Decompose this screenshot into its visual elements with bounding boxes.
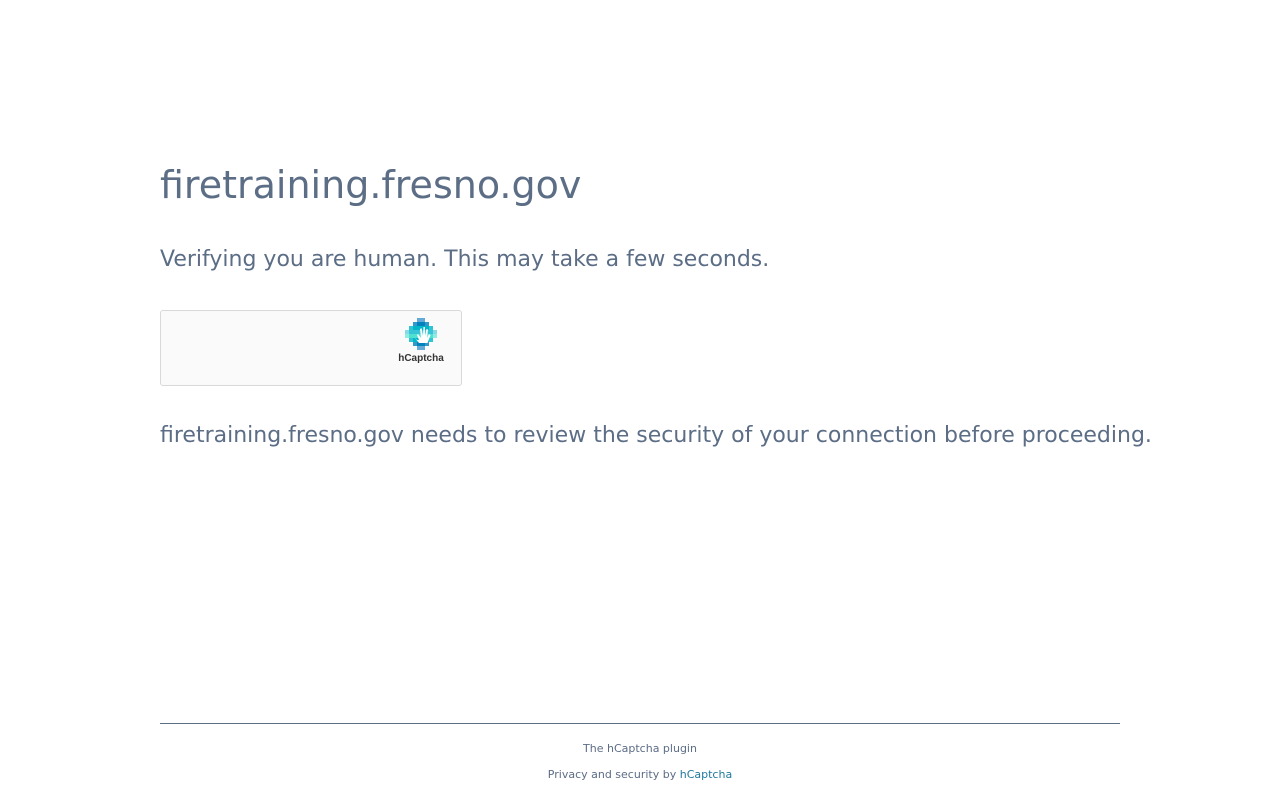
review-message: firetraining.fresno.gov needs to review … <box>160 423 1152 448</box>
privacy-prefix: Privacy and security by <box>547 768 677 781</box>
hcaptcha-hand-icon <box>405 318 437 350</box>
page-title: firetraining.fresno.gov <box>160 163 582 207</box>
verify-message: Verifying you are human. This may take a… <box>160 247 770 272</box>
privacy-line: Privacy and security by hCaptcha <box>160 767 1120 783</box>
hcaptcha-link[interactable]: hCaptcha <box>680 768 732 781</box>
plugin-text: The hCaptcha plugin <box>583 742 697 755</box>
hcaptcha-logo[interactable]: hCaptcha <box>396 318 446 365</box>
footer: The hCaptcha plugin Privacy and security… <box>160 723 1120 783</box>
hcaptcha-widget[interactable]: hCaptcha <box>160 310 462 386</box>
hcaptcha-logo-text: hCaptcha <box>398 353 444 364</box>
